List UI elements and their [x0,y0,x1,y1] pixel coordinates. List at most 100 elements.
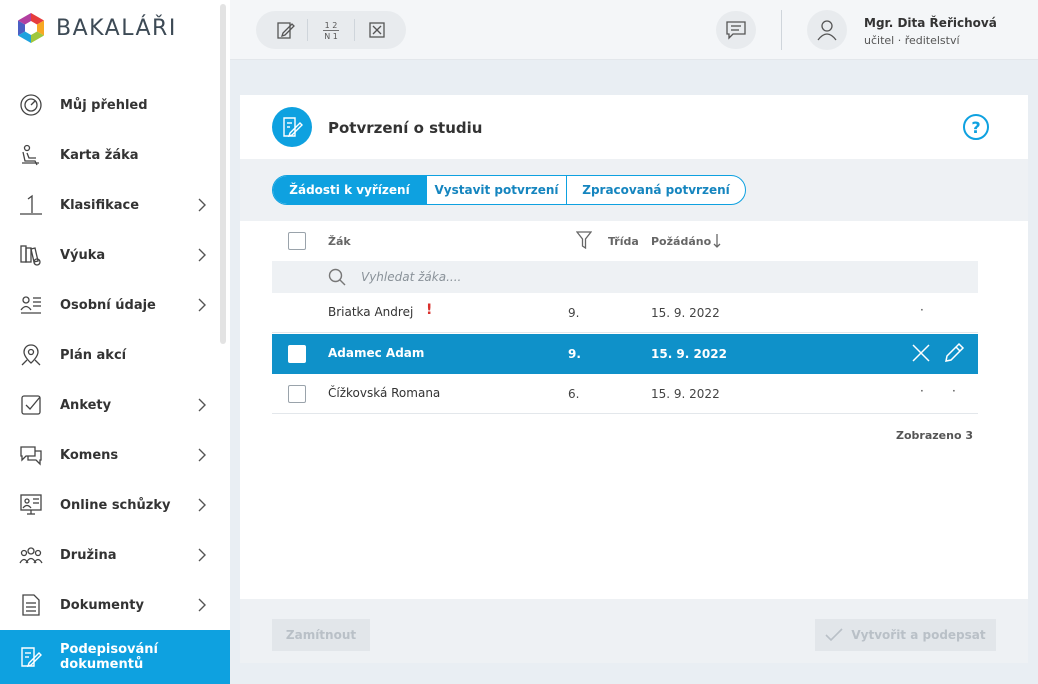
chevron-right-icon [198,598,206,612]
tab-vystavit-potvrzeni[interactable]: Vystavit potvrzení [427,176,567,204]
toolbar: 1 2 N 1 [256,11,406,49]
request-date: 15. 9. 2022 [651,306,720,320]
grade-one-icon [18,192,44,218]
search-row: Vyhledat žáka.... [272,261,978,293]
sidebar-item-label: Dokumenty [60,597,144,613]
edit-pencil-icon[interactable] [943,342,965,364]
sidebar-item-druzina[interactable]: Družina [0,530,230,580]
footer-bar: Zamítnout Vytvořit a podepsat [240,599,1028,663]
sidebar-item-karta-zaka[interactable]: Karta žáka [0,130,230,180]
sign-document-icon [283,117,303,138]
grade-matrix-button[interactable]: 1 2 N 1 [316,15,346,45]
row-action-dot[interactable]: · [952,384,956,398]
sidebar-item-label: Osobní údaje [60,297,156,313]
search-icon [328,268,346,286]
reject-button[interactable]: Zamítnout [272,619,370,651]
sidebar-item-label: Můj přehled [60,97,148,113]
filter-icon[interactable] [576,231,592,249]
student-class: 6. [568,387,580,401]
sort-descending-icon[interactable] [712,233,722,249]
chevron-right-icon [198,248,206,262]
sidebar: BAKALÁŘI Můj přehled Karta žáka Klasifik… [0,0,230,684]
document-icon [18,592,44,618]
create-and-sign-button[interactable]: Vytvořit a podepsat [815,619,996,651]
column-header-student[interactable]: Žák [328,235,351,248]
edit-button[interactable] [270,15,300,45]
table-row[interactable]: Briatka Andrej ! 9. 15. 9. 2022 · [272,293,978,333]
sidebar-item-muj-prehled[interactable]: Můj přehled [0,80,230,130]
group-icon [18,542,44,568]
checkbox-icon [18,392,44,418]
chevron-right-icon [198,448,206,462]
avatar[interactable] [807,10,847,50]
student-name: Čížkovská Romana [328,386,441,400]
chevron-right-icon [198,398,206,412]
check-icon [825,628,843,642]
help-button[interactable]: ? [963,114,989,140]
table-row[interactable]: Čížkovská Romana 6. 15. 9. 2022 · · [272,374,978,414]
student-seat-icon [18,142,44,168]
table-row-selected[interactable]: Adamec Adam 9. 15. 9. 2022 [272,334,978,374]
tab-zpracovana-potvrzeni[interactable]: Zpracovaná potvrzení [567,176,745,204]
table-header: Žák Třída Požádáno [272,221,978,261]
cancel-box-icon [369,22,385,38]
grade-matrix-icon: 1 2 N 1 [322,21,339,41]
toolbar-separator [353,19,355,41]
sidebar-item-dokumenty[interactable]: Dokumenty [0,580,230,630]
user-name[interactable]: Mgr. Dita Řeřichová [864,16,997,30]
chevron-right-icon [198,298,206,312]
row-action-dot[interactable]: · [920,303,924,317]
sidebar-item-label: Online schůzky [60,497,171,513]
cancel-box-button[interactable] [362,15,392,45]
logo[interactable]: BAKALÁŘI [16,12,177,44]
sidebar-item-vyuka[interactable]: Výuka [0,230,230,280]
row-checkbox[interactable] [288,345,306,363]
student-name: Briatka Andrej [328,305,414,319]
sidebar-item-klasifikace[interactable]: Klasifikace [0,180,230,230]
chevron-right-icon [198,198,206,212]
user-role: učitel · ředitelství [864,34,960,47]
request-date: 15. 9. 2022 [651,387,720,401]
sidebar-item-ankety[interactable]: Ankety [0,380,230,430]
student-class: 9. [568,306,580,320]
edit-icon [277,22,295,39]
sidebar-item-osobni-udaje[interactable]: Osobní údaje [0,280,230,330]
sidebar-item-plan-akci[interactable]: Plán akcí [0,330,230,380]
reject-close-icon[interactable] [912,344,930,362]
sidebar-item-komens[interactable]: Komens [0,430,230,480]
student-name: Adamec Adam [328,346,425,360]
sidebar-item-label: Ankety [60,397,112,413]
map-pin-icon [18,342,44,368]
chevron-right-icon [198,548,206,562]
person-card-icon [18,292,44,318]
bakalari-logo-icon [18,13,44,43]
row-checkbox[interactable] [288,385,306,403]
select-all-checkbox[interactable] [288,232,306,250]
column-header-requested[interactable]: Požádáno [651,235,711,248]
sidebar-nav: Můj přehled Karta žáka Klasifikace Výuka [0,80,230,684]
sidebar-item-label: Komens [60,447,119,463]
tab-zadosti-k-vyrizeni[interactable]: Žádosti k vyřízení [273,176,427,204]
grade-matrix-bottom-text: N 1 [324,32,338,41]
dashboard-gauge-icon [18,92,44,118]
logo-text: BAKALÁŘI [56,15,177,41]
online-meeting-icon [18,492,44,518]
chat-bubbles-icon [18,442,44,468]
user-icon [817,20,837,41]
page-title: Potvrzení o studiu [328,119,483,137]
page-icon [272,107,312,147]
request-date: 15. 9. 2022 [651,347,727,361]
sidebar-item-label: Karta žáka [60,147,139,163]
search-input[interactable]: Vyhledat žáka.... [361,270,461,284]
chevron-right-icon [198,498,206,512]
row-action-dot[interactable]: · [920,384,924,398]
sidebar-item-online-schuzky[interactable]: Online schůzky [0,480,230,530]
column-header-class[interactable]: Třída [608,235,639,248]
tab-bar: Žádosti k vyřízení Vystavit potvrzení Zp… [240,159,1028,221]
sign-document-icon [18,644,44,670]
top-bar: 1 2 N 1 Mgr. Dita Řeřichová učitel · řed… [230,0,1038,60]
messages-button[interactable] [716,11,756,49]
sidebar-item-podepisovani-dokumentu[interactable]: Podepisování dokumentů [0,630,230,684]
sidebar-item-label: Výuka [60,247,106,263]
sidebar-item-label: Klasifikace [60,197,140,213]
